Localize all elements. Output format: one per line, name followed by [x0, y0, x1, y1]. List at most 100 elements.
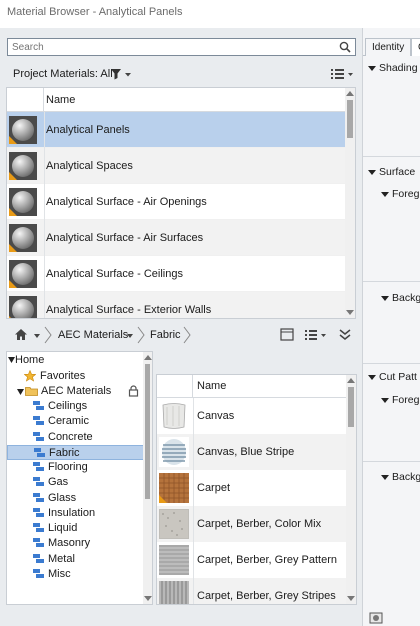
project-material-row[interactable]: Analytical Surface - Exterior Walls	[7, 292, 355, 318]
project-list-scrollbar[interactable]	[345, 88, 355, 318]
tree-category-fabric[interactable]: Fabric	[7, 444, 144, 460]
library-material-row[interactable]: Canvas	[157, 398, 347, 434]
library-material-row[interactable]: Carpet, Berber, Grey Pattern	[157, 542, 347, 578]
tree-category-glass[interactable]: Glass	[7, 491, 144, 506]
tree-category-concrete[interactable]: Concrete	[7, 430, 144, 445]
tree-favorites[interactable]: Favorites	[7, 369, 144, 384]
library-material-row[interactable]: Carpet, Berber, Color Mix	[157, 506, 347, 542]
editor-section-header[interactable]: Foreg	[381, 394, 420, 406]
tree-category-ceramic[interactable]: Ceramic	[7, 414, 144, 429]
collapse-arrow-icon[interactable]	[368, 65, 376, 71]
scroll-down-arrow[interactable]	[144, 596, 152, 601]
category-icon	[33, 462, 44, 472]
tree-category-label: Flooring	[48, 461, 88, 473]
library-tree: Home Favorites AEC Materials Ceilings Cer…	[6, 351, 153, 605]
editor-section-header[interactable]: Cut Patt	[368, 371, 420, 383]
tab-graphics[interactable]: G	[411, 38, 420, 56]
material-preview-icon[interactable]	[369, 612, 383, 624]
tree-category-label: Masonry	[48, 537, 91, 550]
project-material-row[interactable]: Analytical Surface - Ceilings	[7, 256, 355, 292]
scroll-thumb[interactable]	[347, 100, 353, 138]
tree-category-liquid[interactable]: Liquid	[7, 521, 144, 536]
editor-tabs: Identity G	[363, 36, 420, 56]
breadcrumb-aec-materials[interactable]: AEC Materials	[58, 329, 128, 341]
project-materials-list: Name Analytical Panels Analytical Spaces A…	[6, 87, 356, 319]
expand-arrow-icon[interactable]	[17, 389, 24, 395]
editor-section-header[interactable]: Surface	[368, 166, 420, 178]
material-thumbnail	[9, 296, 37, 318]
collapse-arrow-icon[interactable]	[381, 474, 389, 480]
collapse-down-icon[interactable]	[338, 328, 352, 341]
project-material-row[interactable]: Analytical Spaces	[7, 148, 355, 184]
section-divider	[363, 156, 420, 157]
material-name: Analytical Spaces	[46, 160, 133, 172]
chevron-down-icon[interactable]	[127, 334, 133, 338]
editor-section-header[interactable]: Backg	[381, 471, 420, 483]
material-name: Canvas, Blue Stripe	[197, 446, 295, 458]
tree-category-masonry[interactable]: Masonry	[7, 536, 144, 551]
tree-home[interactable]: Home	[7, 353, 144, 368]
scroll-down-arrow[interactable]	[346, 310, 354, 315]
library-material-row[interactable]: Canvas, Blue Stripe	[157, 434, 347, 470]
scroll-up-arrow[interactable]	[346, 91, 354, 96]
library-breadcrumb: AEC Materials Fabric	[0, 323, 362, 347]
project-material-row[interactable]: Analytical Panels	[7, 112, 355, 148]
scroll-up-arrow[interactable]	[144, 355, 152, 360]
library-material-row[interactable]: Carpet	[157, 470, 347, 506]
scroll-down-arrow[interactable]	[347, 596, 355, 601]
home-icon[interactable]	[14, 328, 28, 341]
collapse-arrow-icon[interactable]	[368, 169, 376, 175]
library-list-scrollbar[interactable]	[346, 375, 356, 604]
scroll-thumb[interactable]	[145, 364, 150, 499]
breadcrumb-separator-icon	[183, 326, 191, 344]
tab-identity[interactable]: Identity	[365, 38, 412, 56]
tree-category-insulation[interactable]: Insulation	[7, 506, 144, 521]
thumbnail-column-header[interactable]	[157, 375, 193, 397]
material-thumbnail	[9, 188, 37, 216]
category-icon	[33, 416, 44, 426]
collapse-arrow-icon[interactable]	[381, 397, 389, 403]
collapse-arrow-icon[interactable]	[368, 374, 376, 380]
editor-section-header[interactable]: Shading	[368, 62, 420, 74]
name-column-header[interactable]: Name	[46, 94, 75, 106]
view-options-icon[interactable]	[330, 67, 354, 81]
material-name: Carpet, Berber, Grey Stripes	[197, 590, 336, 602]
category-icon	[33, 401, 44, 411]
chevron-down-icon[interactable]	[34, 334, 40, 338]
search-box[interactable]	[7, 38, 356, 56]
material-name: Analytical Surface - Air Surfaces	[46, 232, 204, 244]
material-swatch	[159, 509, 189, 539]
library-material-row[interactable]: Carpet, Berber, Grey Stripes	[157, 578, 347, 604]
category-icon	[33, 431, 44, 442]
tree-aec-materials[interactable]: AEC Materials	[7, 384, 144, 399]
tree-category-gas[interactable]: Gas	[7, 475, 144, 490]
panel-toggle-icon[interactable]	[280, 328, 294, 341]
library-view-options-icon[interactable]	[304, 328, 328, 341]
scroll-up-arrow[interactable]	[347, 378, 355, 383]
expand-arrow-icon[interactable]	[8, 357, 15, 363]
section-label: Foreg	[392, 188, 420, 200]
tree-category-metal[interactable]: Metal	[7, 552, 144, 567]
material-swatch	[159, 473, 189, 503]
project-materials-label: Project Materials: All	[13, 68, 113, 80]
tree-aec-materials-label: AEC Materials	[41, 385, 112, 397]
search-input[interactable]	[8, 39, 328, 55]
project-material-row[interactable]: Analytical Surface - Air Surfaces	[7, 220, 355, 256]
tree-category-label: Metal	[48, 552, 75, 565]
editor-section-header[interactable]: Foreg	[381, 188, 420, 200]
project-material-row[interactable]: Analytical Surface - Air Openings	[7, 184, 355, 220]
filter-icon[interactable]	[110, 67, 132, 81]
tree-category-flooring[interactable]: Flooring	[7, 460, 144, 475]
thumbnail-column-header[interactable]	[7, 88, 44, 111]
breadcrumb-fabric[interactable]: Fabric	[150, 329, 181, 341]
tree-category-ceilings[interactable]: Ceilings	[7, 399, 144, 414]
tree-scrollbar[interactable]	[143, 352, 152, 604]
collapse-arrow-icon[interactable]	[381, 191, 389, 197]
editor-section-header[interactable]: Backg	[381, 292, 420, 304]
name-column-header[interactable]: Name	[197, 380, 226, 392]
search-icon[interactable]	[339, 41, 351, 53]
material-thumbnail	[9, 152, 37, 180]
scroll-thumb[interactable]	[348, 387, 354, 427]
collapse-arrow-icon[interactable]	[381, 295, 389, 301]
tree-category-misc[interactable]: Misc	[7, 567, 144, 582]
